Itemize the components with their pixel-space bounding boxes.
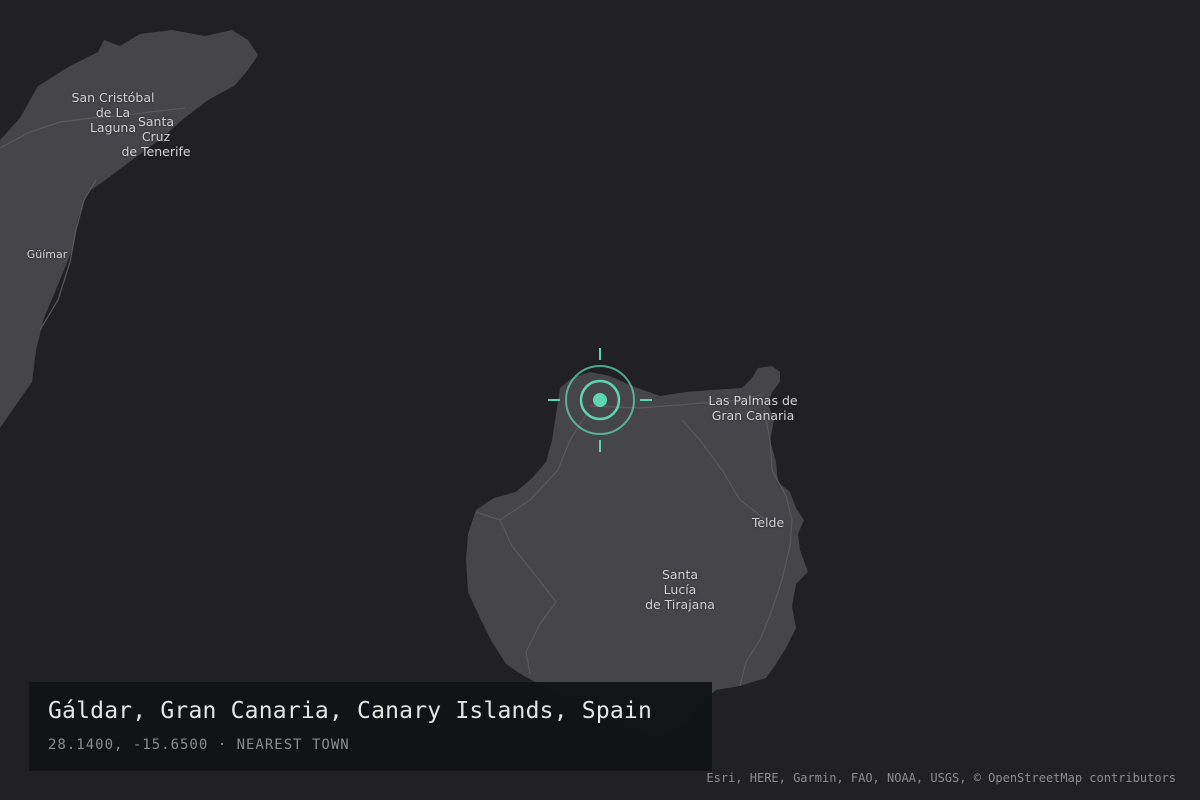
map-attribution: Esri, HERE, Garmin, FAO, NOAA, USGS, © O… [706, 771, 1176, 785]
location-marker-icon[interactable] [548, 348, 652, 452]
location-info-panel: Gáldar, Gran Canaria, Canary Islands, Sp… [29, 682, 712, 771]
place-label-telde: Telde [751, 515, 785, 530]
place-label-las-palmas-de-gran-canaria: Las Palmas de Gran Canaria [708, 393, 798, 423]
map-canvas[interactable]: San Cristóbal de La Laguna Santa Cruz de… [0, 0, 1200, 800]
place-label-santa-cruz-de-tenerife: Santa Cruz de Tenerife [121, 114, 191, 159]
location-subtitle: 28.1400, -15.6500 · NEAREST TOWN [48, 737, 350, 753]
place-label-santa-lucia-de-tirajana: Santa Lucía de Tirajana [645, 567, 715, 612]
place-label-guimar: Güímar [26, 248, 68, 261]
location-title: Gáldar, Gran Canaria, Canary Islands, Sp… [48, 698, 653, 724]
